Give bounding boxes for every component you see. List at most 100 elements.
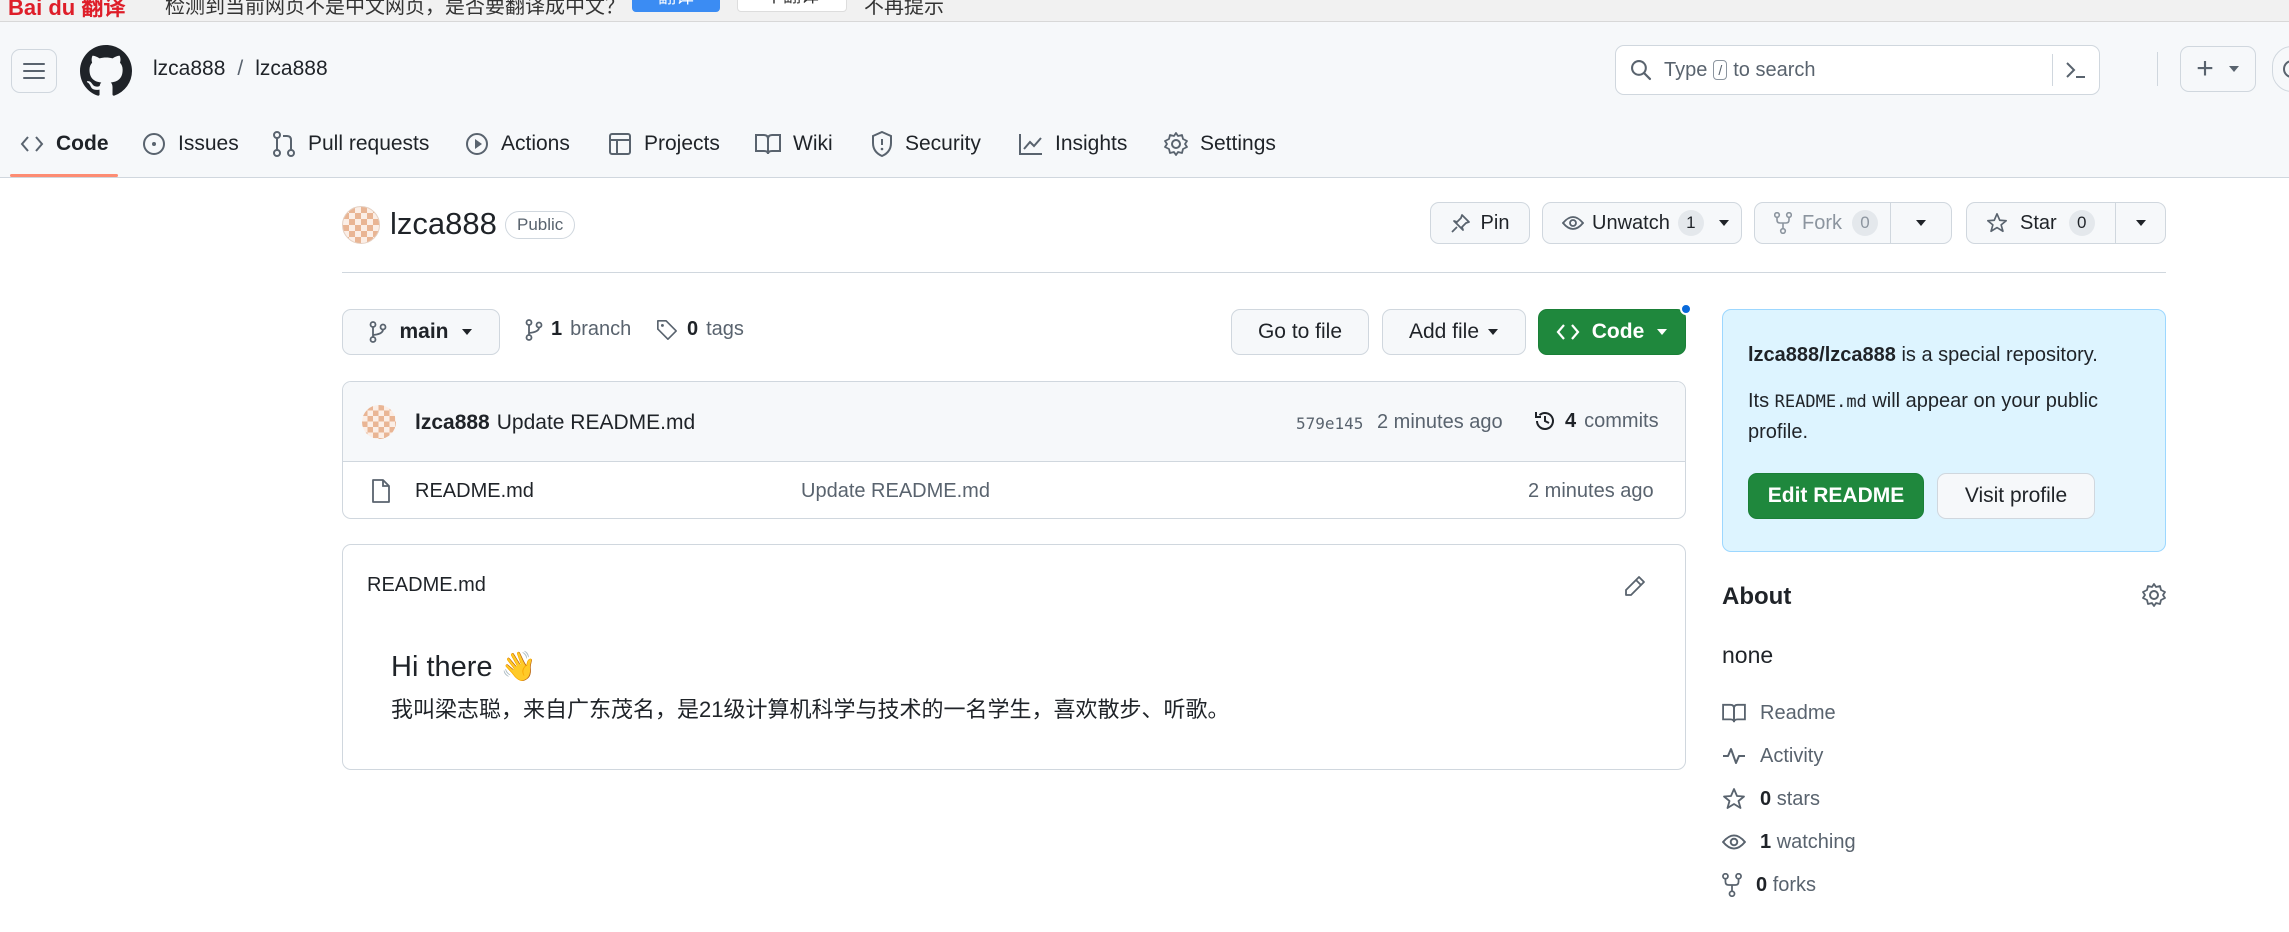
pencil-icon — [1625, 576, 1645, 596]
visibility-badge: Public — [505, 211, 576, 239]
star-icon — [1723, 788, 1745, 809]
no-translate-button[interactable]: 不翻译 — [737, 0, 847, 12]
command-palette-icon[interactable] — [2065, 60, 2087, 80]
tag-icon — [657, 319, 677, 340]
branch-count: 1 — [551, 318, 563, 340]
file-commit-message[interactable]: Update README.md — [801, 480, 990, 503]
about-activity-link[interactable]: Activity — [1722, 741, 1823, 771]
fork-button[interactable]: Fork 0 — [1755, 203, 1891, 243]
special-repo-line2: Its README.md will appear on your public — [1748, 390, 2098, 413]
branch-count-label: branch — [570, 318, 632, 340]
tab-label: Security — [905, 132, 981, 155]
about-item-label: stars — [1776, 787, 1821, 810]
about-item-label: Readme — [1760, 701, 1836, 724]
menu-button[interactable] — [11, 49, 57, 93]
about-readme-link[interactable]: Readme — [1722, 698, 1836, 728]
branches-link[interactable]: 1 branch — [525, 318, 631, 341]
special-line2-rest: will appear on your public — [1866, 390, 2099, 412]
commit-count-label: commits — [1584, 409, 1659, 432]
tab-label: Wiki — [793, 132, 833, 155]
commit-author-avatar[interactable] — [362, 405, 396, 439]
repo-owner-avatar[interactable] — [342, 206, 380, 244]
tab-wiki[interactable]: Wiki — [755, 126, 833, 162]
code-icon — [20, 136, 44, 152]
repo-link[interactable]: lzca888 — [255, 57, 327, 81]
tab-security[interactable]: Security — [871, 126, 981, 162]
tag-count: 0 — [687, 318, 699, 340]
special-repo-line1: lzca888/lzca888 is a special repository. — [1748, 344, 2098, 367]
commit-author[interactable]: lzca888 — [415, 411, 490, 435]
readme-body: 我叫梁志聪，来自广东茂名，是21级计算机科学与技术的一名学生，喜欢散步、听歌。 — [391, 697, 1230, 722]
translate-button[interactable]: 翻译 — [632, 0, 720, 12]
tab-code[interactable]: Code — [20, 126, 109, 162]
edit-readme-button[interactable]: Edit README — [1748, 473, 1924, 519]
create-new-button[interactable]: + — [2180, 46, 2256, 92]
branch-select-button[interactable]: main — [342, 309, 500, 355]
title-divider — [342, 272, 2166, 273]
file-name-link[interactable]: README.md — [415, 480, 534, 503]
header-divider — [2157, 52, 2158, 86]
about-watching-link[interactable]: 1 watching — [1722, 827, 1856, 857]
star-button[interactable]: Star 0 — [1967, 203, 2116, 243]
latest-commit-info: lzca888 Update README.md — [415, 411, 695, 435]
add-file-label: Add file — [1408, 320, 1480, 343]
notification-dot — [1680, 303, 1692, 315]
tab-label: Insights — [1055, 132, 1128, 155]
caret-down-icon — [1657, 329, 1668, 335]
visit-profile-button[interactable]: Visit profile — [1937, 473, 2095, 519]
breadcrumb-separator: / — [237, 57, 244, 80]
star-dropdown-button[interactable] — [2116, 203, 2165, 243]
repo-title[interactable]: lzca888 — [390, 206, 497, 242]
star-icon — [1987, 213, 2007, 233]
code-icon — [1556, 324, 1580, 340]
tags-link[interactable]: 0 tags — [655, 318, 744, 341]
about-forks-link[interactable]: 0 forks — [1722, 870, 1816, 900]
about-title: About — [1722, 583, 1792, 610]
branch-icon — [370, 321, 387, 343]
about-description: none — [1722, 642, 1774, 668]
tab-settings[interactable]: Settings — [1164, 126, 1276, 162]
active-tab-indicator — [10, 174, 118, 177]
commits-history-link[interactable]: 4 commits — [1533, 409, 1659, 433]
special-repo-text: is a special repository. — [1895, 344, 2098, 366]
owner-link[interactable]: lzca888 — [153, 57, 225, 81]
fork-count: 0 — [1852, 210, 1878, 236]
unwatch-button[interactable]: Unwatch 1 — [1542, 202, 1742, 244]
file-icon — [372, 479, 390, 503]
commit-message[interactable]: Update README.md — [497, 411, 695, 435]
tab-issues[interactable]: Issues — [142, 126, 239, 162]
commit-hash[interactable]: 579e145 — [1296, 414, 1363, 433]
readme-title[interactable]: README.md — [367, 574, 486, 597]
commit-count: 4 — [1565, 409, 1577, 432]
about-stars-link[interactable]: 0 stars — [1722, 784, 1820, 814]
tab-label: Projects — [644, 132, 720, 155]
search-shortcut-key: / — [1713, 60, 1728, 80]
shield-icon — [872, 131, 892, 157]
go-to-file-button[interactable]: Go to file — [1231, 309, 1369, 355]
pulse-icon — [1723, 748, 1745, 764]
tab-pull-requests[interactable]: Pull requests — [272, 126, 429, 162]
tab-projects[interactable]: Projects — [608, 126, 720, 162]
code-dropdown-button[interactable]: Code — [1538, 309, 1686, 355]
book-icon — [1722, 703, 1746, 723]
fork-dropdown-button[interactable] — [1891, 203, 1951, 243]
github-logo-icon[interactable] — [80, 45, 132, 97]
edit-readme-pencil-button[interactable] — [1623, 574, 1647, 598]
caret-down-icon — [2228, 66, 2239, 72]
issue-icon — [143, 133, 165, 155]
tab-insights[interactable]: Insights — [1019, 126, 1127, 162]
book-icon — [755, 134, 781, 155]
gear-icon — [1164, 132, 1188, 156]
special-repo-link[interactable]: lzca888/lzca888 — [1748, 344, 1896, 366]
baidu-translate-logo: Bai du 翻译 — [8, 0, 126, 20]
about-settings-button[interactable] — [2142, 583, 2166, 607]
code-label: Code — [1591, 320, 1645, 343]
tab-actions[interactable]: Actions — [465, 126, 570, 162]
special-repo-line3: profile. — [1748, 421, 1809, 443]
pin-button[interactable]: Pin — [1430, 202, 1530, 244]
fork-button-group: Fork 0 — [1754, 202, 1952, 244]
search-placeholder-suffix: to search — [1733, 58, 1816, 81]
add-file-button[interactable]: Add file — [1382, 309, 1526, 355]
search-input[interactable]: Type / to search — [1615, 45, 2100, 95]
never-prompt-link[interactable]: 不再提示 — [864, 0, 944, 19]
